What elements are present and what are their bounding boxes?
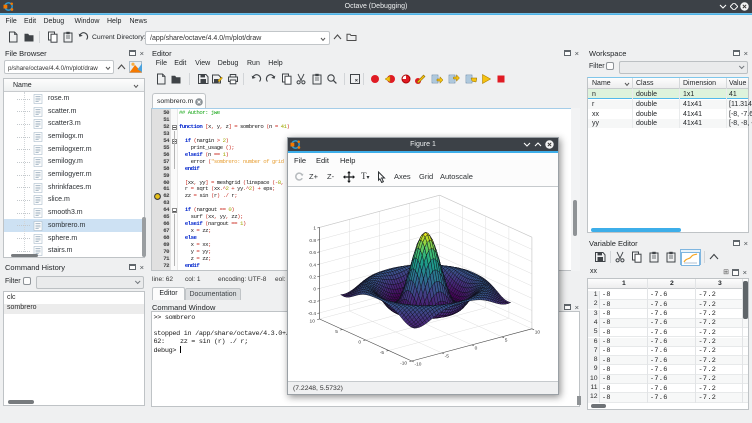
- svg-text:-5: -5: [380, 350, 385, 356]
- svg-text:10: 10: [310, 319, 316, 325]
- svg-text:5: 5: [505, 337, 508, 343]
- svg-text:0: 0: [313, 287, 316, 293]
- svg-text:0.6: 0.6: [309, 250, 316, 256]
- svg-text:-0.2: -0.2: [308, 299, 317, 305]
- svg-text:5: 5: [335, 329, 338, 335]
- svg-text:0.8: 0.8: [309, 238, 316, 244]
- svg-text:-10: -10: [415, 362, 422, 368]
- svg-text:10: 10: [535, 329, 541, 335]
- svg-text:-5: -5: [445, 354, 450, 360]
- svg-text:1: 1: [313, 226, 316, 232]
- svg-text:0.4: 0.4: [309, 262, 316, 268]
- svg-text:0: 0: [475, 346, 478, 352]
- svg-text:0.2: 0.2: [309, 275, 316, 281]
- svg-text:-0.4: -0.4: [308, 311, 317, 317]
- svg-text:-10: -10: [400, 361, 407, 367]
- svg-text:0: 0: [358, 340, 361, 346]
